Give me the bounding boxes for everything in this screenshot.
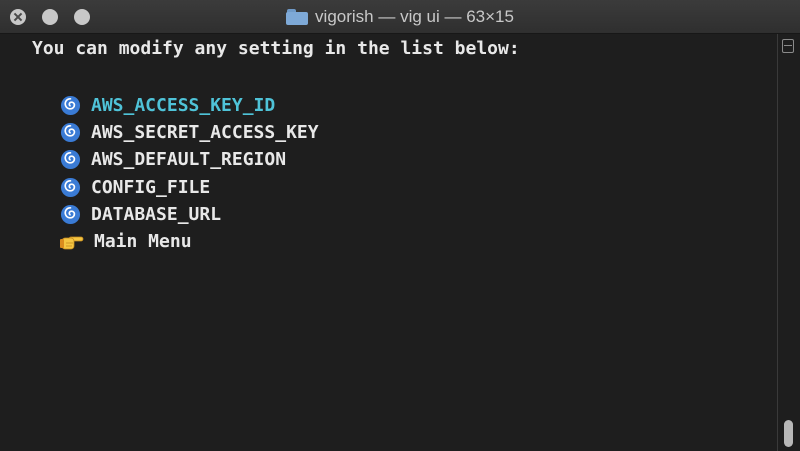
menu-item-label: AWS_SECRET_ACCESS_KEY [91, 122, 319, 144]
terminal-content[interactable]: You can modify any setting in the list b… [0, 34, 777, 451]
cyclone-icon [60, 123, 81, 143]
pointing-hand-icon [60, 236, 84, 249]
menu-item-main-menu[interactable]: Main Menu [60, 228, 319, 255]
cyclone-icon [60, 150, 81, 170]
menu-item-label: AWS_DEFAULT_REGION [91, 149, 287, 171]
menu-item-label: DATABASE_URL [91, 203, 222, 225]
cyclone-icon [60, 204, 81, 224]
split-pane-icon[interactable] [782, 39, 794, 53]
menu-item-aws-default-region[interactable]: AWS_DEFAULT_REGION [60, 146, 319, 173]
menu-item-aws-access-key-id[interactable]: AWS_ACCESS_KEY_ID [60, 92, 319, 119]
menu-item-database-url[interactable]: DATABASE_URL [60, 201, 319, 228]
window-title: vigorish — vig ui — 63×15 [315, 7, 514, 26]
terminal-window: vigorish — vig ui — 63×15 You can modify… [0, 0, 800, 451]
menu-item-label: CONFIG_FILE [91, 176, 211, 198]
scrollbar-thumb[interactable] [784, 420, 793, 447]
settings-menu: AWS_ACCESS_KEY_ID AWS_SECRET_ACCESS_KEY … [60, 92, 319, 255]
menu-item-config-file[interactable]: CONFIG_FILE [60, 174, 319, 201]
menu-item-label: Main Menu [94, 231, 192, 253]
menu-item-label: AWS_ACCESS_KEY_ID [91, 95, 276, 117]
cyclone-icon [60, 96, 81, 116]
prompt-text: You can modify any setting in the list b… [32, 38, 520, 59]
folder-icon [286, 9, 309, 25]
window-title-wrap: vigorish — vig ui — 63×15 [0, 0, 800, 34]
menu-item-aws-secret-access-key[interactable]: AWS_SECRET_ACCESS_KEY [60, 119, 319, 146]
title-bar[interactable]: vigorish — vig ui — 63×15 [0, 0, 800, 34]
cyclone-icon [60, 177, 81, 197]
vertical-scrollbar[interactable] [777, 34, 800, 451]
